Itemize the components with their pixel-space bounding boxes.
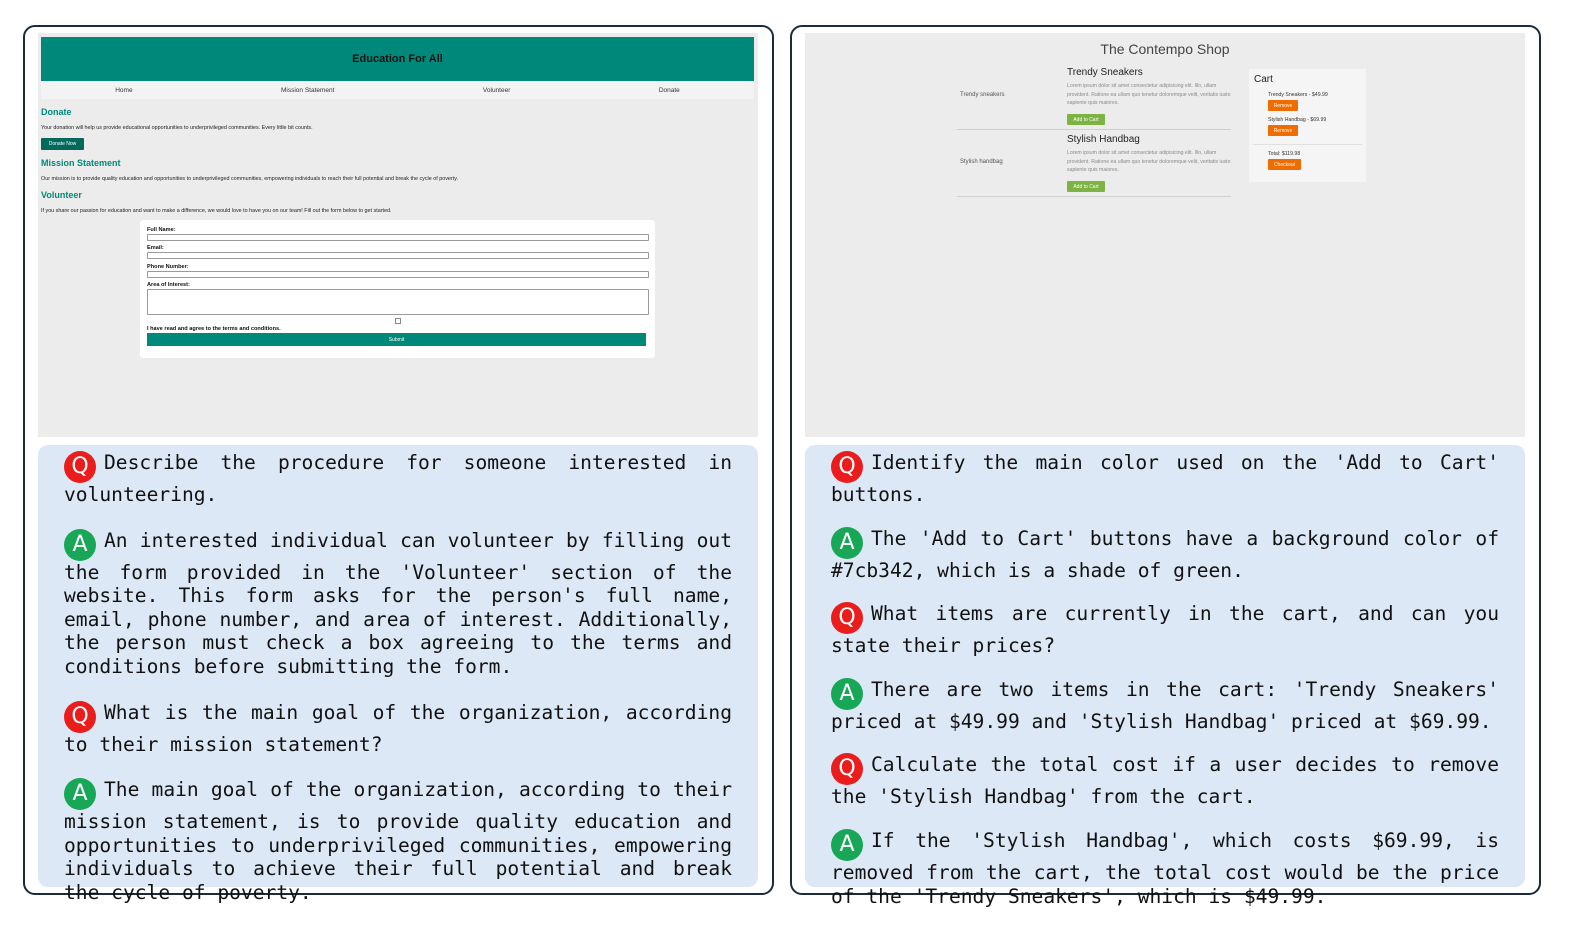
question-badge-icon: Q xyxy=(64,451,96,483)
nav-link-mission[interactable]: Mission Statement xyxy=(281,87,334,94)
qa-text: An interested individual can volunteer b… xyxy=(64,528,732,678)
mission-text: Our mission is to provide quality educat… xyxy=(41,176,459,182)
volunteer-form: Full Name: Email: Phone Number: Area of … xyxy=(140,220,655,358)
product-description: Lorem ipsum dolor sit amet consectetur a… xyxy=(1067,83,1231,106)
product-divider xyxy=(957,196,1231,197)
question-badge-icon: Q xyxy=(831,753,863,786)
remove-button[interactable]: Remove xyxy=(1268,100,1298,111)
cart-title: Cart xyxy=(1254,74,1273,85)
qa-question: Q What is the main goal of the organizati… xyxy=(64,700,732,757)
cart-panel: Cart Trendy Sneakers - $49.99 Remove Sty… xyxy=(1249,69,1366,182)
full-name-label: Full Name: xyxy=(147,227,176,233)
answer-badge-icon: A xyxy=(64,528,96,561)
product-image-handbag: Stylish handbag xyxy=(960,159,1003,165)
product-name: Trendy Sneakers xyxy=(1067,67,1143,78)
cart-divider xyxy=(1253,144,1362,145)
terms-checkbox[interactable] xyxy=(395,318,401,324)
email-input[interactable] xyxy=(147,252,649,259)
donate-heading: Donate xyxy=(41,107,72,117)
checkout-button[interactable]: Checkout xyxy=(1268,159,1301,170)
add-to-cart-button[interactable]: Add to Cart xyxy=(1067,181,1105,192)
qa-question: Q What items are currently in the cart, a… xyxy=(831,602,1499,658)
qa-answer: A The 'Add to Cart' buttons have a backgr… xyxy=(831,526,1499,583)
qa-text: What items are currently in the cart, an… xyxy=(831,602,1499,658)
phone-label: Phone Number: xyxy=(147,264,189,270)
qa-text: The 'Add to Cart' buttons have a backgro… xyxy=(831,526,1499,582)
left-panel: Education For All Home Mission Statement… xyxy=(23,25,774,904)
product-image-sneakers: Trendy sneakers xyxy=(960,92,1005,98)
product-description: Lorem ipsum dolor sit amet consectetur a… xyxy=(1067,150,1231,173)
interest-textarea[interactable] xyxy=(147,289,649,315)
answer-badge-icon: A xyxy=(64,778,96,811)
question-badge-icon: Q xyxy=(831,451,863,483)
qa-question: Q Identify the main color used on the 'Ad… xyxy=(831,451,1499,507)
mission-heading: Mission Statement xyxy=(41,158,121,168)
cart-total: Total: $119.98 xyxy=(1268,151,1301,157)
product-name: Stylish Handbag xyxy=(1067,134,1140,145)
terms-label: I have read and agree to the terms and c… xyxy=(147,326,281,332)
qa-text: Identify the main color used on the 'Add… xyxy=(831,451,1499,506)
qa-answer: A The main goal of the organization, acco… xyxy=(64,778,732,904)
qa-text: Calculate the total cost if a user decid… xyxy=(831,753,1499,809)
add-to-cart-button[interactable]: Add to Cart xyxy=(1067,114,1105,125)
full-name-input[interactable] xyxy=(147,234,649,241)
nav-link-home[interactable]: Home xyxy=(115,87,132,94)
question-badge-icon: Q xyxy=(831,602,863,635)
qa-answer: A An interested individual can volunteer … xyxy=(64,528,732,679)
nav-link-donate[interactable]: Donate xyxy=(659,87,680,94)
volunteer-text: If you share our passion for education a… xyxy=(41,208,392,214)
submit-button[interactable]: Submit xyxy=(147,333,646,346)
cart-item: Stylish Handbag - $69.99 xyxy=(1268,117,1327,123)
qa-text: What is the main goal of the organizatio… xyxy=(64,700,732,756)
right-panel: The Contempo Shop Trendy sneakers Trendy… xyxy=(790,25,1541,908)
qa-text: There are two items in the cart: 'Trendy… xyxy=(831,677,1499,733)
cart-item: Trendy Sneakers - $49.99 xyxy=(1268,92,1328,98)
left-qa-box: Q Describe the procedure for someone inte… xyxy=(38,445,758,904)
answer-badge-icon: A xyxy=(831,828,863,861)
qa-text: Describe the procedure for someone inter… xyxy=(64,451,732,506)
email-label: Email: xyxy=(147,245,164,251)
question-badge-icon: Q xyxy=(64,700,96,733)
donate-now-button[interactable]: Donate Now xyxy=(41,138,84,150)
qa-text: If the 'Stylish Handbag', which costs $6… xyxy=(831,828,1499,908)
site-nav: Home Mission Statement Volunteer Donate xyxy=(41,81,754,99)
donate-text: Your donation will help us provide educa… xyxy=(41,125,313,131)
qa-question: Q Describe the procedure for someone inte… xyxy=(64,451,732,507)
product-divider xyxy=(957,129,1231,130)
nav-link-volunteer[interactable]: Volunteer xyxy=(483,87,510,94)
shop-title: The Contempo Shop xyxy=(1100,41,1230,57)
right-qa-box: Q Identify the main color used on the 'Ad… xyxy=(805,445,1525,908)
answer-badge-icon: A xyxy=(831,526,863,559)
site-header: Education For All xyxy=(41,37,754,81)
shop-website-screenshot: The Contempo Shop Trendy sneakers Trendy… xyxy=(805,33,1525,437)
education-website-screenshot: Education For All Home Mission Statement… xyxy=(38,33,758,437)
phone-input[interactable] xyxy=(147,271,649,278)
interest-label: Area of Interest: xyxy=(147,282,190,288)
answer-badge-icon: A xyxy=(831,677,863,710)
qa-answer: A There are two items in the cart: 'Trend… xyxy=(831,677,1499,734)
remove-button[interactable]: Remove xyxy=(1268,125,1298,136)
site-header-title: Education For All xyxy=(352,53,443,65)
volunteer-heading: Volunteer xyxy=(41,190,82,200)
qa-question: Q Calculate the total cost if a user deci… xyxy=(831,753,1499,809)
qa-answer: A If the 'Stylish Handbag', which costs $… xyxy=(831,828,1499,908)
qa-text: The main goal of the organization, accor… xyxy=(64,778,732,904)
